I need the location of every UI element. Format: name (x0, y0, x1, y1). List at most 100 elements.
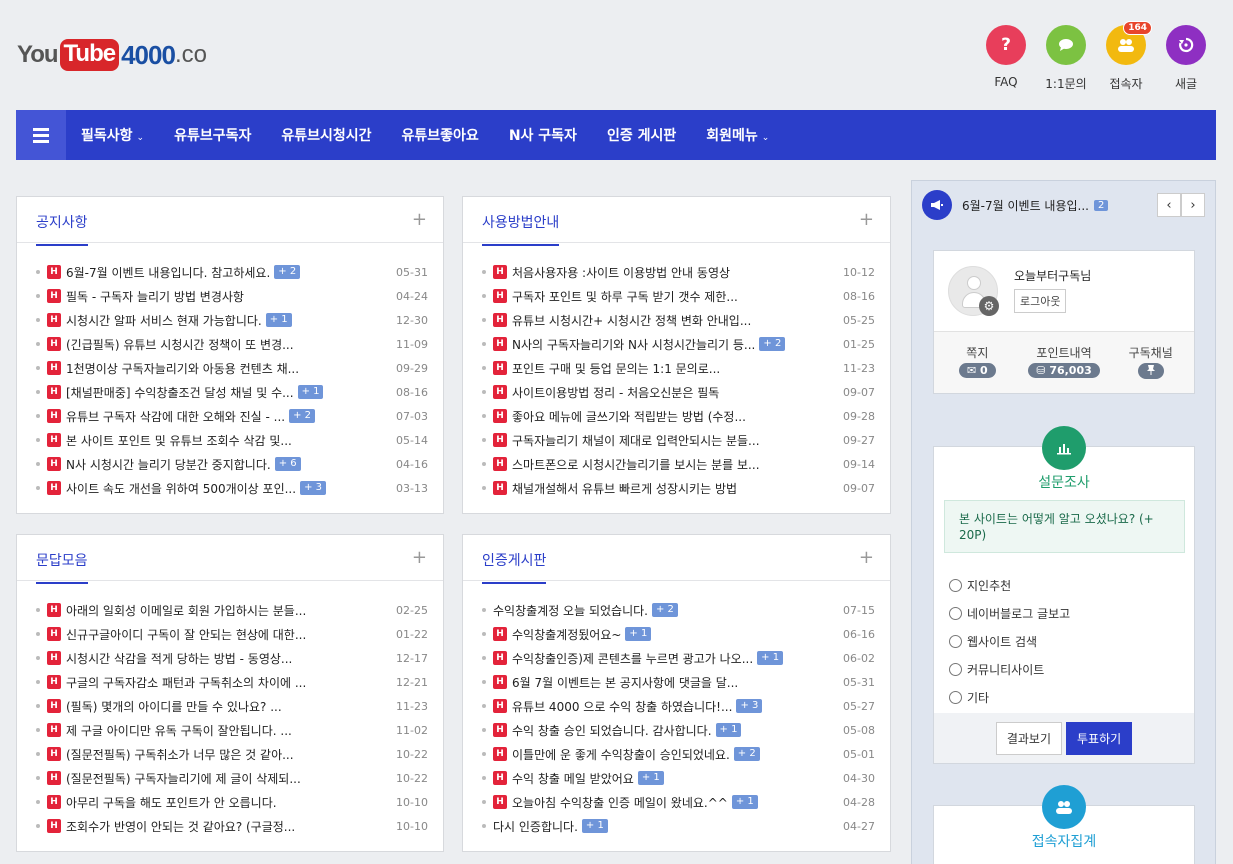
stat-points[interactable]: 포인트내역 ⛁ 76,003 (1021, 332, 1108, 393)
list-item[interactable]: H (필독) 몇개의 아이디를 만들 수 있나요? ... 11-23 (36, 694, 428, 718)
more-plus-icon[interactable]: + (412, 547, 427, 568)
list-item[interactable]: H 좋아요 메뉴에 글쓰기와 적립받는 방법 (수정... 09-28 (482, 404, 875, 428)
list-item[interactable]: H 이틀만에 운 좋게 수익창출이 승인되었네요. + 2 05-01 (482, 742, 875, 766)
comment-count-badge: + 1 (625, 627, 652, 641)
notice-ticker: 6월-7월 이벤트 내용입... 2 ‹ › (912, 181, 1215, 229)
list-item[interactable]: H 수익창출계정됬어요~ + 1 06-16 (482, 622, 875, 646)
bullet-dot (482, 632, 486, 636)
poll-option[interactable]: 커뮤니티사이트 (949, 655, 1070, 683)
list-item[interactable]: H 유튜브 시청시간+ 시청시간 정책 변화 안내입... 05-25 (482, 308, 875, 332)
list-item[interactable]: 다시 인증합니다. + 1 04-27 (482, 814, 875, 838)
visitors-link[interactable]: 164 접속자 (1106, 21, 1152, 92)
nav-item-required[interactable]: 필독사항 ⌄ (66, 125, 159, 145)
list-item[interactable]: H 6월 7월 이벤트는 본 공지사항에 댓글을 달... 05-31 (482, 670, 875, 694)
more-plus-icon[interactable]: + (859, 547, 874, 568)
list-item[interactable]: H 필독 - 구독자 늘리기 방법 변경사항 04-24 (36, 284, 428, 308)
board-title[interactable]: 문답모음 (36, 550, 88, 584)
list-item[interactable]: H 본 사이트 포인트 및 유튜브 조회수 삭감 및... 05-14 (36, 428, 428, 452)
list-item[interactable]: H 신규구글아이디 구독이 잘 안되는 현상에 대한... 01-22 (36, 622, 428, 646)
list-item[interactable]: H 채널개설해서 유튜브 빠르게 성장시키는 방법 09-07 (482, 476, 875, 500)
list-item[interactable]: H 유튜브 구독자 삭감에 대한 오해와 진실 - ... + 2 07-03 (36, 404, 428, 428)
new-posts-link[interactable]: 새글 (1166, 25, 1206, 92)
poll-option[interactable]: 기타 (949, 683, 1070, 711)
post-title: 본 사이트 포인트 및 유튜브 조회수 삭감 및... (66, 433, 292, 448)
nav-item-n-subs[interactable]: N사 구독자 (494, 125, 592, 145)
list-item[interactable]: H 조회수가 반영이 안되는 것 같아요? (구글정... 10-10 (36, 814, 428, 838)
inquiry-link[interactable]: 1:1문의 (1045, 25, 1087, 92)
poll-option[interactable]: 웹사이트 검색 (949, 627, 1070, 655)
bullet-dot (36, 270, 40, 274)
more-plus-icon[interactable]: + (412, 209, 427, 230)
stat-messages[interactable]: 쪽지 ✉ 0 (934, 332, 1021, 393)
list-item[interactable]: H 처음사용자용 :사이트 이용방법 안내 동영상 10-12 (482, 260, 875, 284)
list-item[interactable]: H 시청시간 삭감을 적게 당하는 방법 - 동영상... 12-17 (36, 646, 428, 670)
list-item[interactable]: H 사이트이용방법 정리 - 처음오신분은 필독 09-07 (482, 380, 875, 404)
poll-option[interactable]: 네이버블로그 글보고 (949, 599, 1070, 627)
post-title: N사 시청시간 늘리기 당분간 중지합니다. (66, 457, 271, 472)
hot-badge-icon: H (493, 385, 507, 399)
list-item[interactable]: H 구독자늘리기 채널이 제대로 입력안되시는 분들... 09-27 (482, 428, 875, 452)
list-item[interactable]: H (질문전필독) 구독자늘리기에 제 글이 삭제되... 10-22 (36, 766, 428, 790)
faq-link[interactable]: ? FAQ (986, 25, 1026, 92)
hamburger-menu-icon[interactable] (16, 110, 66, 160)
poll-vote-button[interactable]: 투표하기 (1066, 721, 1133, 755)
radio-button[interactable] (949, 634, 962, 648)
board-title[interactable]: 공지사항 (36, 212, 88, 246)
post-date: 09-07 (843, 481, 875, 495)
nav-item-youtube-likes[interactable]: 유튜브좋아요 (387, 125, 494, 145)
list-item[interactable]: H N사의 구독자늘리기와 N사 시청시간늘리기 등... + 2 01-25 (482, 332, 875, 356)
list-item[interactable]: H 포인트 구매 및 등업 문의는 1:1 문의로... 11-23 (482, 356, 875, 380)
list-item[interactable]: H 유튜브 4000 으로 수익 창출 하였습니다!... + 3 05-27 (482, 694, 875, 718)
list-item[interactable]: H 사이트 속도 개선을 위하여 500개이상 포인... + 3 03-13 (36, 476, 428, 500)
poll-results-button[interactable]: 결과보기 (995, 721, 1062, 755)
list-item[interactable]: H N사 시청시간 늘리기 당분간 중지합니다. + 6 04-16 (36, 452, 428, 476)
poll-option[interactable]: 지인추천 (949, 571, 1070, 599)
radio-button[interactable] (949, 578, 962, 592)
hot-badge-icon: H (47, 409, 61, 423)
post-date: 04-16 (396, 457, 428, 471)
radio-button[interactable] (949, 606, 962, 620)
radio-button[interactable] (949, 662, 962, 676)
list-item[interactable]: H 1천명이상 구독자늘리기와 아동용 컨텐츠 채... 09-29 (36, 356, 428, 380)
list-item[interactable]: H (긴급필독) 유튜브 시청시간 정책이 또 변경... 11-09 (36, 332, 428, 356)
comment-count-badge: + 1 (637, 771, 664, 785)
list-item[interactable]: H 6월-7월 이벤트 내용입니다. 참고하세요. + 2 05-31 (36, 260, 428, 284)
list-item[interactable]: H [채널판매중] 수익창출조건 달성 채널 및 수... + 1 08-16 (36, 380, 428, 404)
list-item[interactable]: H 시청시간 알파 서비스 현재 가능합니다. + 1 12-30 (36, 308, 428, 332)
board-title[interactable]: 인증게시판 (482, 550, 547, 584)
list-item[interactable]: H 아무리 구독을 해도 포인트가 안 오릅니다. 10-10 (36, 790, 428, 814)
post-title: 수익창출계정됬어요~ (512, 627, 622, 642)
list-item[interactable]: H 아래의 일회성 이메일로 회원 가입하시는 분들... 02-25 (36, 598, 428, 622)
list-item[interactable]: 수익창출계정 오늘 되었습니다. + 2 07-15 (482, 598, 875, 622)
list-item[interactable]: H 스마트폰으로 시청시간늘리기를 보시는 분를 보... 09-14 (482, 452, 875, 476)
list-item[interactable]: H 오늘아침 수익창출 인증 메일이 왔네요.^^ + 1 04-28 (482, 790, 875, 814)
board-title[interactable]: 사용방법안내 (482, 212, 560, 246)
hot-badge-icon: H (493, 433, 507, 447)
gear-icon[interactable]: ⚙ (979, 296, 999, 316)
list-item[interactable]: H 수익 창출 승인 되었습니다. 감사합니다. + 1 05-08 (482, 718, 875, 742)
prev-arrow-button[interactable]: ‹ (1157, 193, 1181, 217)
list-item[interactable]: H 구글의 구독자감소 패턴과 구독취소의 차이에 ... 12-21 (36, 670, 428, 694)
post-date: 09-29 (396, 361, 428, 375)
post-date: 02-25 (396, 603, 428, 617)
radio-button[interactable] (949, 690, 962, 704)
list-item[interactable]: H (질문전필독) 구독취소가 너무 많은 것 같아... 10-22 (36, 742, 428, 766)
more-plus-icon[interactable]: + (859, 209, 874, 230)
post-title: 필독 - 구독자 늘리기 방법 변경사항 (66, 289, 244, 304)
stat-channels[interactable]: 구독채널 (1107, 332, 1194, 393)
notice-ticker-text[interactable]: 6월-7월 이벤트 내용입... (962, 197, 1089, 214)
bullet-dot (482, 438, 486, 442)
nav-item-auth-board[interactable]: 인증 게시판 (592, 125, 691, 145)
list-item[interactable]: H 수익 창출 메일 받았어요 + 1 04-30 (482, 766, 875, 790)
logout-button[interactable]: 로그아웃 (1014, 289, 1067, 313)
site-logo[interactable]: You Tube 4000 .co (17, 35, 207, 75)
list-item[interactable]: H 구독자 포인트 및 하루 구독 받기 갯수 제한... 08-16 (482, 284, 875, 308)
post-title: 사이트 속도 개선을 위하여 500개이상 포인... (66, 481, 297, 496)
list-item[interactable]: H 제 구글 아이디만 유독 구독이 잘안됩니다. ... 11-02 (36, 718, 428, 742)
nav-item-youtube-watchtime[interactable]: 유튜브시청시간 (266, 125, 386, 145)
next-arrow-button[interactable]: › (1181, 193, 1205, 217)
nav-item-member-menu[interactable]: 회원메뉴 ⌄ (691, 125, 784, 145)
bullet-dot (482, 366, 486, 370)
list-item[interactable]: H 수익창출인증)제 콘텐츠를 누르면 광고가 나오... + 1 06-02 (482, 646, 875, 670)
nav-item-youtube-subs[interactable]: 유튜브구독자 (159, 125, 266, 145)
